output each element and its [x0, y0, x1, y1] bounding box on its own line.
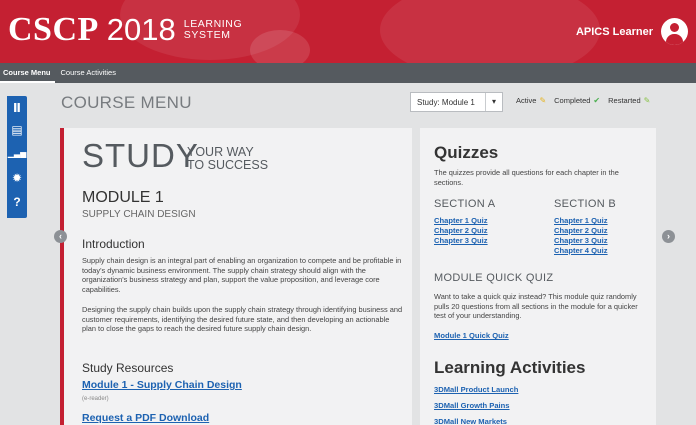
legend-completed: Completed ✔ — [554, 96, 601, 105]
quizzes-intro: The quizzes provide all questions for ea… — [434, 168, 619, 187]
intro-heading: Introduction — [82, 237, 145, 251]
activity-link[interactable]: 3DMall Growth Pains — [434, 401, 510, 410]
gear-icon[interactable]: ✹ — [7, 168, 27, 188]
quizzes-heading: Quizzes — [434, 143, 499, 162]
tab-course-activities[interactable]: Course Activities — [55, 63, 122, 83]
status-legend: Active ✎ Completed ✔ Restarted ✎ — [516, 96, 650, 105]
legend-restarted: Restarted ✎ — [608, 96, 651, 105]
brand-subtitle: LEARNING SYSTEM — [183, 18, 243, 41]
section-b-quizzes: Chapter 1 Quiz Chapter 2 Quiz Chapter 3 … — [554, 216, 608, 256]
learning-activities-heading: Learning Activities — [434, 358, 586, 377]
module-select-value: Study: Module 1 — [417, 97, 475, 107]
library-icon[interactable]: Ⅱ — [7, 98, 27, 118]
quiz-link[interactable]: Chapter 3 Quiz — [554, 236, 608, 246]
quiz-link[interactable]: Chapter 3 Quiz — [434, 236, 488, 246]
module-title: MODULE 1 — [82, 189, 164, 206]
study-resources-heading: Study Resources — [82, 361, 174, 375]
activity-link[interactable]: 3DMall Product Launch — [434, 385, 518, 394]
study-tagline: YOUR WAY TO SUCCESS — [187, 145, 269, 172]
pdf-download-link[interactable]: Request a PDF Download — [82, 412, 209, 424]
resource-link[interactable]: Module 1 - Supply Chain Design — [82, 379, 242, 391]
sub-navigation: Course Menu Course Activities — [0, 63, 696, 83]
app-logo[interactable]: CSCP 2018 LEARNING SYSTEM — [8, 13, 242, 47]
side-toolbar: Ⅱ ▤ ▁▃▅ ✹ ? — [7, 96, 27, 218]
intro-paragraph-2: Designing the supply chain builds upon t… — [82, 305, 403, 333]
brand-cscp: CSCP — [8, 11, 99, 48]
quiz-link[interactable]: Chapter 2 Quiz — [434, 226, 488, 236]
notebook-icon[interactable]: ▤ — [7, 120, 27, 140]
module-quick-quiz-link[interactable]: Module 1 Quick Quiz — [434, 331, 509, 340]
activity-link[interactable]: 3DMall New Markets — [434, 417, 507, 425]
top-header: CSCP 2018 LEARNING SYSTEM APICS Learner — [0, 0, 696, 63]
chart-icon[interactable]: ▁▃▅ — [7, 144, 27, 164]
brand-year: 2018 — [106, 12, 176, 47]
prev-arrow-icon[interactable]: ‹ — [54, 230, 67, 243]
pencil-icon: ✎ — [539, 96, 547, 105]
quiz-link[interactable]: Chapter 1 Quiz — [554, 216, 608, 226]
user-name: APICS Learner — [575, 25, 653, 38]
study-headline: STUDY — [82, 137, 199, 174]
module-subtitle: SUPPLY CHAIN DESIGN — [82, 209, 196, 220]
user-avatar-icon[interactable] — [661, 18, 688, 45]
resource-note: (e-reader) — [82, 396, 109, 402]
next-arrow-icon[interactable]: › — [662, 230, 675, 243]
module-quick-quiz-text: Want to take a quick quiz instead? This … — [434, 292, 638, 320]
section-b-heading: SECTION B — [554, 198, 616, 210]
check-icon: ✔ — [593, 96, 601, 105]
module-select[interactable]: Study: Module 1 ▾ — [410, 92, 503, 112]
chevron-down-icon[interactable]: ▾ — [485, 93, 502, 111]
legend-active: Active ✎ — [516, 96, 547, 105]
tab-course-menu[interactable]: Course Menu — [0, 63, 55, 83]
quiz-link[interactable]: Chapter 2 Quiz — [554, 226, 608, 236]
pencil-icon: ✎ — [643, 96, 651, 105]
page-title: COURSE MENU — [61, 93, 192, 112]
user-menu[interactable]: APICS Learner — [576, 0, 696, 63]
intro-paragraph-1: Supply chain design is an integral part … — [82, 256, 402, 294]
module-quick-quiz-heading: MODULE QUICK QUIZ — [434, 272, 554, 284]
quiz-link[interactable]: Chapter 1 Quiz — [434, 216, 488, 226]
help-icon[interactable]: ? — [7, 192, 27, 212]
section-a-quizzes: Chapter 1 Quiz Chapter 2 Quiz Chapter 3 … — [434, 216, 488, 246]
quiz-link[interactable]: Chapter 4 Quiz — [554, 246, 608, 256]
section-a-heading: SECTION A — [434, 198, 496, 210]
